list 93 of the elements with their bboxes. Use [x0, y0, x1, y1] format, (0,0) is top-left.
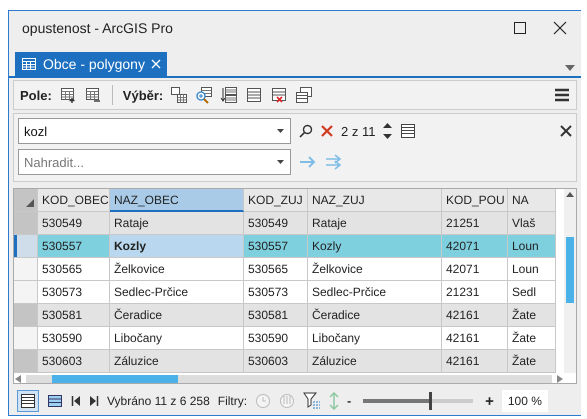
match-count: 2 z 11	[341, 124, 376, 139]
table-cell: Žate	[508, 327, 556, 350]
all-records-button[interactable]	[17, 390, 39, 412]
table-cell: Želkovice	[308, 258, 442, 282]
scroll-left-icon[interactable]	[14, 374, 22, 384]
zoom-to-selection-icon[interactable]	[195, 86, 214, 104]
first-record-icon[interactable]	[71, 395, 81, 408]
fields-label: Pole:	[20, 88, 52, 103]
table-icon	[21, 56, 37, 72]
clear-icon[interactable]	[321, 125, 333, 138]
table-cell: Loun	[508, 258, 556, 282]
table-cell: Kozly	[308, 235, 442, 258]
table-cell: 530565	[244, 258, 308, 282]
dropdown-icon[interactable]	[565, 65, 575, 72]
column-header[interactable]: NA	[508, 189, 556, 212]
table-cell: Čeradice	[308, 304, 442, 328]
table-cell: 42161	[442, 327, 508, 350]
table-cell: 42071	[442, 235, 508, 258]
last-record-icon[interactable]	[89, 395, 99, 408]
table-cell: Rataje	[110, 212, 244, 236]
add-field-icon[interactable]	[58, 86, 77, 104]
table-cell: Sedlec-Prčice	[308, 281, 442, 304]
table-cell: Želkovice	[110, 258, 244, 282]
dropdown-icon[interactable]	[277, 129, 284, 134]
table-cell: 42161	[442, 350, 508, 374]
horizontal-scrollbar[interactable]	[14, 373, 564, 384]
copy-rows-icon[interactable]	[295, 86, 314, 104]
vertical-scrollbar[interactable]	[564, 189, 576, 374]
search-icon[interactable]	[299, 124, 313, 138]
switch-selection-icon[interactable]	[220, 86, 238, 104]
column-header[interactable]: KOD_POU	[442, 189, 508, 212]
filter-icon[interactable]	[303, 392, 322, 410]
window-title: opustenost - ArcGIS Pro	[22, 20, 174, 36]
table-cell: Libočany	[110, 327, 244, 350]
table-cell: Kozly	[110, 235, 244, 258]
close-icon[interactable]	[553, 20, 567, 35]
table-cell: 21231	[442, 281, 508, 304]
close-icon[interactable]	[560, 125, 572, 138]
table-cell: 42071	[442, 258, 508, 282]
table-cell: Sedl	[508, 281, 556, 304]
table-cell: 530581	[244, 304, 308, 328]
scroll-right-icon[interactable]	[556, 374, 564, 384]
row-header[interactable]	[14, 235, 38, 258]
table-cell: 530573	[38, 281, 110, 304]
column-header[interactable]: NAZ_OBEC	[110, 189, 244, 212]
zoom-out-button[interactable]: -	[347, 394, 352, 408]
table-cell: Žate	[508, 350, 556, 374]
column-header[interactable]: KOD_ZUJ	[244, 189, 308, 212]
table-cell: Záluzice	[308, 350, 442, 374]
table-cell: 530557	[244, 235, 308, 258]
column-header[interactable]: NAZ_ZUJ	[308, 189, 442, 212]
table-cell: Loun	[508, 235, 556, 258]
table-cell: 530603	[38, 350, 110, 374]
selection-count: Vybráno 11 z 6 258	[107, 394, 210, 408]
rows-icon[interactable]	[245, 86, 264, 104]
table-cell: 21251	[442, 212, 508, 236]
table-cell: 530549	[38, 212, 110, 236]
zoom-slider[interactable]	[363, 392, 474, 410]
table-cell: 530590	[38, 327, 110, 350]
find-field[interactable]: kozl	[18, 118, 291, 144]
table-cell: 42161	[442, 304, 508, 328]
table-cell: Rataje	[308, 212, 442, 236]
table-cell: Libočany	[308, 327, 442, 350]
table-cell: Čeradice	[110, 304, 244, 328]
calculate-field-icon[interactable]	[84, 86, 102, 104]
zoom-in-button[interactable]: +	[485, 392, 494, 410]
column-header[interactable]: KOD_OBEC	[38, 189, 110, 212]
selection-label: Výběr:	[122, 88, 164, 103]
menu-icon[interactable]	[554, 88, 570, 102]
filters-label: Filtry:	[218, 394, 248, 408]
document-tab[interactable]: Obce - polygony	[15, 52, 167, 76]
table-cell: 530573	[244, 281, 308, 304]
table-cell: Sedlec-Prčice	[110, 281, 244, 304]
table-cell: 530603	[244, 350, 308, 374]
table-cell: 530581	[38, 304, 110, 328]
clear-selection-icon[interactable]	[270, 86, 288, 104]
table-cell: 530549	[244, 212, 308, 236]
rows-icon	[20, 393, 36, 410]
selected-records-icon[interactable]	[47, 394, 63, 408]
table-cell: 530557	[38, 235, 110, 258]
table-cell: Záluzice	[110, 350, 244, 374]
maximize-icon[interactable]	[513, 20, 527, 35]
table-cell: Vlaš	[508, 212, 556, 236]
table-cell: Žate	[508, 304, 556, 328]
select-by-attributes-icon[interactable]	[170, 86, 188, 104]
table-cell: 530565	[38, 258, 110, 282]
dropdown-icon[interactable]	[277, 160, 284, 164]
up-down-icon[interactable]	[383, 122, 392, 140]
replace-field[interactable]: Nahradit...	[18, 149, 291, 176]
table-cell: 530590	[244, 327, 308, 350]
select-all-icon[interactable]	[26, 199, 34, 208]
zoom-reading: 100 %	[502, 390, 548, 412]
rows-icon[interactable]	[400, 123, 416, 140]
